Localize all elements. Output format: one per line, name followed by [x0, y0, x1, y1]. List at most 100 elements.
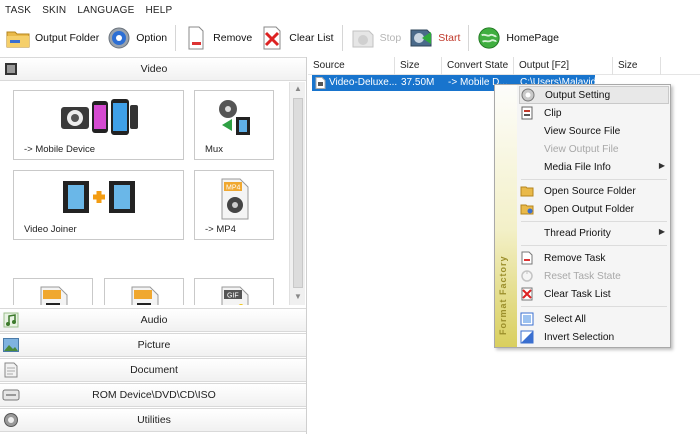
- toolbar-divider: [341, 25, 343, 51]
- category-rom-header[interactable]: ROM Device\DVD\CD\ISO: [0, 383, 306, 407]
- menu-item-label: Reset Task State: [544, 270, 621, 282]
- category-video-label: Video: [140, 63, 168, 75]
- submenu-arrow-icon: ▶: [658, 161, 665, 170]
- menu-item-view-source[interactable]: View Source File: [519, 122, 669, 140]
- menu-language[interactable]: LANGUAGE: [77, 5, 134, 16]
- film-icon: [2, 60, 20, 78]
- clear-list-button[interactable]: Clear List: [260, 23, 334, 53]
- menu-item-remove-task[interactable]: Remove Task: [519, 249, 669, 267]
- remove-label: Remove: [213, 32, 253, 44]
- menu-item-view-output[interactable]: View Output File: [519, 140, 669, 158]
- video-file-icon: [105, 285, 183, 305]
- menu-item-label: Remove Task: [544, 252, 606, 264]
- menu-item-open-output-folder[interactable]: Open Output Folder: [519, 200, 669, 218]
- category-picture-header[interactable]: Picture: [0, 333, 306, 357]
- invert-selection-icon: [519, 329, 535, 345]
- disc-drive-icon: [2, 386, 20, 404]
- grid-scrollbar[interactable]: ▲ ▼: [289, 82, 305, 305]
- homepage-button[interactable]: HomePage: [477, 23, 559, 53]
- task-list-header: Source Size Convert State Output [F2] Si…: [308, 57, 700, 75]
- utilities-gear-icon: [2, 411, 20, 429]
- tile-mobile-device-label: -> Mobile Device: [24, 144, 96, 155]
- toolbar-divider: [468, 25, 470, 51]
- folder-icon: [6, 26, 30, 50]
- homepage-label: HomePage: [506, 32, 559, 44]
- col-convert-state[interactable]: Convert State: [442, 57, 514, 75]
- gif-file-icon: GIF: [195, 285, 273, 305]
- tile-video-format-b[interactable]: [104, 278, 184, 305]
- menu-item-label: Open Output Folder: [544, 203, 635, 215]
- menu-help[interactable]: HELP: [146, 5, 173, 16]
- scroll-down-icon[interactable]: ▼: [292, 291, 304, 303]
- menu-item-label: Clip: [544, 107, 562, 119]
- menu-skin[interactable]: SKIN: [42, 5, 66, 16]
- menu-item-reset-task-state[interactable]: Reset Task State: [519, 267, 669, 285]
- mobile-device-icon: [14, 97, 183, 141]
- option-label: Option: [136, 32, 168, 44]
- tile-mux[interactable]: Mux: [194, 90, 274, 160]
- stop-icon: [351, 26, 375, 50]
- video-file-icon: [315, 77, 327, 89]
- clear-list-icon: [260, 26, 284, 50]
- col-output[interactable]: Output [F2]: [514, 57, 613, 75]
- category-video-header[interactable]: Video: [0, 57, 306, 81]
- gif-badge: GIF: [227, 293, 239, 300]
- stop-label: Stop: [379, 32, 402, 44]
- menu-item-media-info[interactable]: Media File Info ▶: [519, 158, 669, 176]
- tile-mobile-device[interactable]: -> Mobile Device: [13, 90, 184, 160]
- toolbar: Output Folder Option Remove Clear List S…: [0, 20, 700, 56]
- output-folder-button[interactable]: Output Folder: [6, 23, 99, 53]
- col-output-size[interactable]: Size: [613, 57, 661, 75]
- menu-item-select-all[interactable]: Select All: [519, 310, 669, 328]
- category-picture-label: Picture: [137, 339, 171, 351]
- col-size[interactable]: Size: [395, 57, 442, 75]
- video-joiner-icon: [14, 177, 183, 217]
- submenu-arrow-icon: ▶: [658, 227, 665, 236]
- tile-mp4-label: -> MP4: [205, 224, 236, 235]
- start-label: Start: [438, 32, 461, 44]
- category-document-header[interactable]: Document: [0, 358, 306, 382]
- start-icon: [409, 26, 433, 50]
- music-note-icon: [2, 311, 20, 329]
- menu-item-label: Open Source Folder: [544, 185, 636, 197]
- tile-mp4[interactable]: MP4 -> MP4: [194, 170, 274, 240]
- menu-item-output-setting[interactable]: Output Setting: [519, 86, 669, 104]
- output-setting-gear-icon: [520, 87, 536, 103]
- scroll-thumb[interactable]: [293, 98, 303, 288]
- remove-button[interactable]: Remove: [184, 23, 252, 53]
- menu-item-label: Clear Task List: [544, 288, 611, 300]
- category-utilities-header[interactable]: Utilities: [0, 408, 306, 432]
- menu-bar: TASK SKIN LANGUAGE HELP: [0, 0, 700, 20]
- stop-button[interactable]: Stop: [351, 23, 402, 53]
- reset-icon: [519, 268, 535, 284]
- scroll-up-icon[interactable]: ▲: [292, 83, 304, 95]
- category-panel: Video -> Mobile Device Mux Video Joiner …: [0, 57, 307, 434]
- clear-list-icon: [519, 286, 535, 302]
- context-menu: Format Factory Output Setting Clip View …: [494, 84, 671, 348]
- category-utilities-label: Utilities: [137, 414, 171, 426]
- menu-divider: [521, 306, 667, 307]
- col-source[interactable]: Source: [308, 57, 395, 75]
- select-all-icon: [519, 311, 535, 327]
- video-tools-grid: -> Mobile Device Mux Video Joiner MP4 ->…: [0, 82, 288, 305]
- menu-item-open-source-folder[interactable]: Open Source Folder: [519, 182, 669, 200]
- menu-item-thread-priority[interactable]: Thread Priority ▶: [519, 224, 669, 242]
- menu-item-clear-task-list[interactable]: Clear Task List: [519, 285, 669, 303]
- row-source-cell: Video-Deluxe...: [312, 75, 398, 91]
- menu-item-label: Thread Priority: [544, 227, 611, 239]
- remove-document-icon: [184, 26, 208, 50]
- start-button[interactable]: Start: [409, 23, 460, 53]
- menu-divider: [521, 179, 667, 180]
- menu-item-invert-selection[interactable]: Invert Selection: [519, 328, 669, 346]
- output-folder-label: Output Folder: [35, 32, 100, 44]
- menu-item-label: View Output File: [544, 143, 619, 155]
- category-audio-header[interactable]: Audio: [0, 308, 306, 332]
- option-button[interactable]: Option: [107, 23, 167, 53]
- menu-item-label: Media File Info: [544, 161, 611, 173]
- tile-video-joiner[interactable]: Video Joiner: [13, 170, 184, 240]
- tile-video-format-a[interactable]: [13, 278, 93, 305]
- menu-task[interactable]: TASK: [5, 5, 31, 16]
- tile-gif[interactable]: GIF: [194, 278, 274, 305]
- menu-item-label: Output Setting: [545, 89, 611, 101]
- menu-item-clip[interactable]: Clip: [519, 104, 669, 122]
